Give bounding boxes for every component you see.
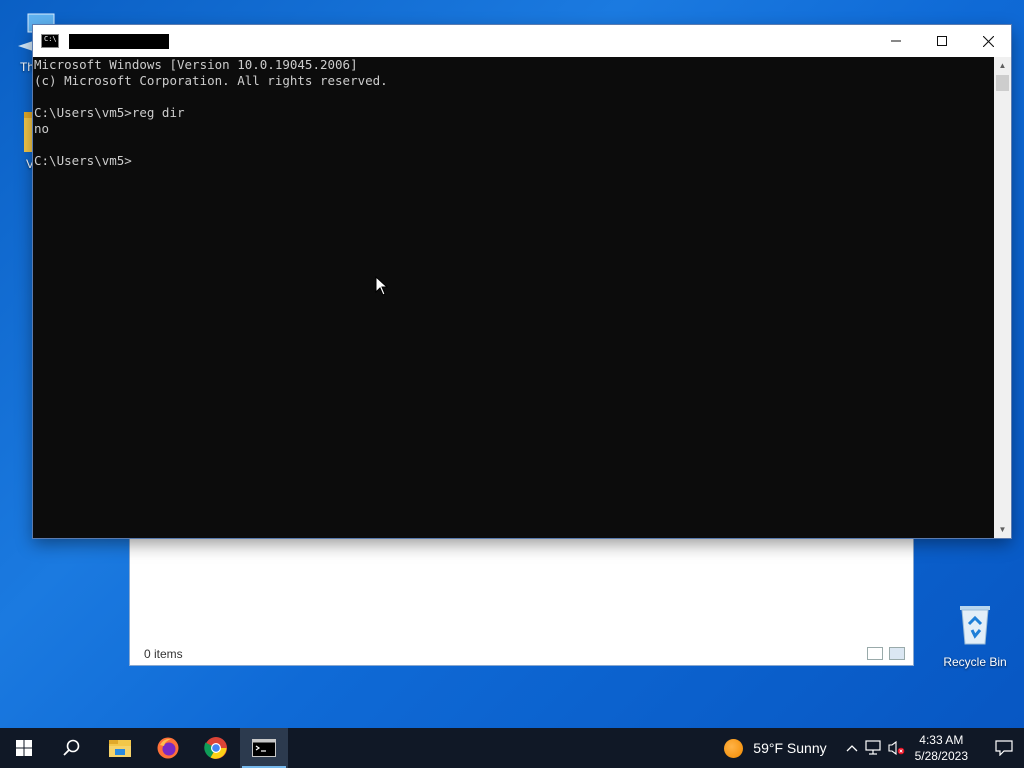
maximize-button[interactable] <box>919 25 965 57</box>
explorer-view-buttons <box>867 647 905 660</box>
mouse-cursor-icon <box>375 276 389 296</box>
taskbar-firefox[interactable] <box>144 728 192 768</box>
taskbar-chrome[interactable] <box>192 728 240 768</box>
sun-weather-icon[interactable] <box>724 738 744 758</box>
search-icon <box>63 739 80 756</box>
cmd-app-icon[interactable]: C:\ <box>41 34 59 48</box>
close-button[interactable] <box>965 25 1011 57</box>
taskbar: 59°F Sunny 4:33 AM 5/28/2023 <box>0 728 1024 768</box>
windows-start-icon <box>16 740 32 756</box>
console-prompt: C:\Users\vm5> <box>34 153 132 168</box>
cmd-titlebar[interactable]: C:\ <box>33 25 1011 57</box>
window-controls <box>873 25 1011 57</box>
action-center-button[interactable] <box>984 728 1024 768</box>
chrome-icon <box>204 737 227 759</box>
system-tray: 59°F Sunny 4:33 AM 5/28/2023 <box>724 728 1024 768</box>
notification-icon <box>995 740 1013 756</box>
clock[interactable]: 4:33 AM 5/28/2023 <box>915 732 968 764</box>
weather-text[interactable]: 59°F Sunny <box>753 740 826 756</box>
minimize-icon <box>891 40 901 42</box>
console-output[interactable]: Microsoft Windows [Version 10.0.19045.20… <box>33 57 994 538</box>
vertical-scrollbar[interactable]: ▲ ▼ <box>994 57 1011 538</box>
console-line: no <box>34 121 50 136</box>
maximize-icon <box>937 36 947 46</box>
network-icon[interactable] <box>863 728 885 768</box>
clock-date: 5/28/2023 <box>914 749 968 763</box>
console-line: C:\Users\vm5>reg dir <box>34 105 185 120</box>
console-line: (c) Microsoft Corporation. All rights re… <box>34 73 388 88</box>
console-line: ​ <box>34 137 994 153</box>
recycle-bin-label: Recycle Bin <box>943 655 1007 669</box>
file-explorer-window[interactable]: 0 items <box>130 530 913 665</box>
start-button[interactable] <box>0 728 48 768</box>
explorer-status-text: 0 items <box>144 647 183 661</box>
window-title-redacted <box>69 33 169 49</box>
volume-muted-icon[interactable] <box>885 728 907 768</box>
close-icon <box>982 35 994 47</box>
taskbar-cmd[interactable] <box>240 728 288 768</box>
large-icons-view-icon[interactable] <box>889 647 905 660</box>
file-explorer-icon <box>109 740 131 757</box>
cmd-icon <box>252 739 276 757</box>
console-line: Microsoft Windows [Version 10.0.19045.20… <box>34 57 358 72</box>
this-pc-label: Th <box>20 60 35 74</box>
firefox-icon <box>157 737 179 759</box>
clock-time: 4:33 AM <box>919 733 964 747</box>
scroll-down-icon[interactable]: ▼ <box>994 521 1011 538</box>
taskbar-file-explorer[interactable] <box>96 728 144 768</box>
search-button[interactable] <box>48 728 96 768</box>
cmd-window[interactable]: C:\ Microsoft Windows [Version 10.0.1904… <box>33 25 1011 538</box>
scrollbar-thumb[interactable] <box>996 75 1009 91</box>
recycle-bin-icon <box>960 606 990 645</box>
chevron-up-icon[interactable] <box>841 728 863 768</box>
details-view-icon[interactable] <box>867 647 883 660</box>
console-line: ​ <box>34 89 994 105</box>
scroll-up-icon[interactable]: ▲ <box>994 57 1011 74</box>
recycle-bin[interactable]: Recycle Bin <box>942 600 1008 669</box>
minimize-button[interactable] <box>873 25 919 57</box>
